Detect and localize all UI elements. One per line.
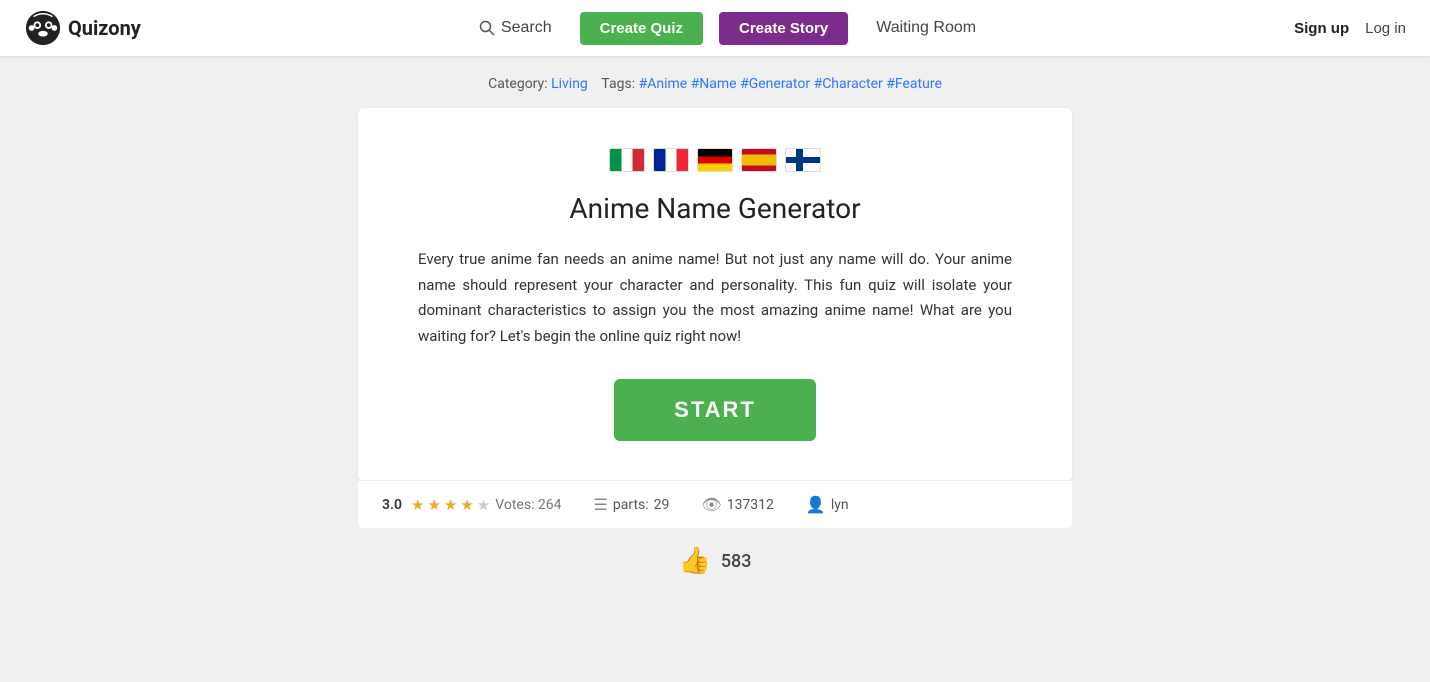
likes-count: 583 — [721, 551, 752, 572]
thumbs-up-icon[interactable]: 👍 — [678, 546, 710, 576]
tag-character[interactable]: #Character — [814, 76, 883, 92]
tag-generator[interactable]: #Generator — [740, 76, 810, 92]
views-count: 137312 — [727, 497, 774, 513]
stats-bar: 3.0 ★ ★ ★ ★ ★ Votes: 264 ☰ parts: 29 👁 1… — [358, 480, 1072, 528]
waiting-room-button[interactable]: Waiting Room — [864, 13, 988, 43]
create-story-button[interactable]: Create Story — [719, 12, 848, 45]
create-story-label: Create Story — [739, 20, 828, 37]
stars-display: ★ ★ ★ ★ ★ — [411, 496, 490, 514]
search-label: Search — [501, 19, 552, 37]
category-bar: Category: Living Tags: #Anime #Name #Gen… — [488, 76, 942, 92]
brand-name: Quizony — [68, 16, 141, 40]
category-link[interactable]: Living — [551, 76, 588, 92]
search-button[interactable]: Search — [467, 13, 564, 43]
star-2: ★ — [427, 496, 440, 514]
rating-number: 3.0 — [382, 497, 402, 513]
list-icon: ☰ — [594, 495, 608, 514]
start-button[interactable]: START — [614, 379, 816, 441]
flag-finland — [785, 148, 821, 172]
star-5: ★ — [477, 496, 490, 514]
tag-name[interactable]: #Name — [691, 76, 737, 92]
flags-row — [418, 148, 1012, 172]
flag-italy — [609, 148, 645, 172]
brand-logo-icon — [24, 9, 62, 47]
star-1: ★ — [411, 496, 424, 514]
quiz-title: Anime Name Generator — [418, 192, 1012, 225]
quiz-card: Anime Name Generator Every true anime fa… — [358, 108, 1072, 481]
votes-text: Votes: 264 — [495, 497, 561, 513]
parts-label: parts: — [613, 497, 649, 513]
views-item: 👁 137312 — [701, 495, 774, 514]
navbar: Quizony Search Create Quiz Create Story … — [0, 0, 1430, 56]
flag-spain — [741, 148, 777, 172]
eye-icon: 👁 — [701, 495, 721, 514]
star-3: ★ — [444, 496, 457, 514]
login-label: Log in — [1365, 20, 1406, 37]
create-quiz-label: Create Quiz — [600, 20, 683, 37]
login-button[interactable]: Log in — [1365, 20, 1406, 37]
quiz-description: Every true anime fan needs an anime name… — [418, 247, 1012, 349]
search-icon — [479, 20, 495, 36]
flag-france — [653, 148, 689, 172]
navbar-right: Sign up Log in — [1294, 20, 1406, 37]
author-name: lyn — [831, 497, 849, 513]
rating-item: 3.0 ★ ★ ★ ★ ★ Votes: 264 — [382, 496, 562, 514]
main-content: Category: Living Tags: #Anime #Name #Gen… — [0, 56, 1430, 606]
flag-germany — [697, 148, 733, 172]
brand-logo-link[interactable]: Quizony — [24, 9, 141, 47]
author-item: 👤 lyn — [806, 495, 849, 514]
navbar-center: Search Create Quiz Create Story Waiting … — [161, 12, 1294, 45]
parts-count: 29 — [654, 497, 670, 513]
star-4: ★ — [460, 496, 473, 514]
tags-prefix: Tags: — [601, 76, 635, 92]
category-prefix: Category: — [488, 76, 547, 92]
parts-item: ☰ parts: 29 — [594, 495, 670, 514]
signup-label: Sign up — [1294, 20, 1349, 37]
tag-feature[interactable]: #Feature — [886, 76, 942, 92]
likes-row: 👍 583 — [678, 546, 751, 576]
start-button-wrapper: START — [418, 379, 1012, 441]
create-quiz-button[interactable]: Create Quiz — [580, 12, 703, 45]
user-icon: 👤 — [806, 495, 826, 514]
tag-anime[interactable]: #Anime — [639, 76, 688, 92]
signup-button[interactable]: Sign up — [1294, 20, 1349, 37]
waiting-room-label: Waiting Room — [876, 19, 976, 36]
